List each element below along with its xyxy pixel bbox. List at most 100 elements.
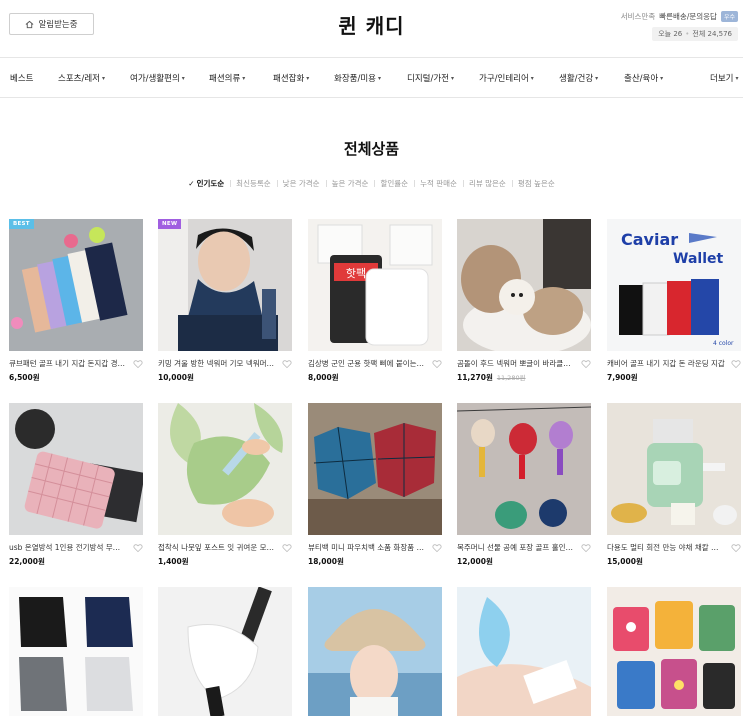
- product-card[interactable]: [9, 587, 143, 716]
- category-item[interactable]: 생활/건강 ▾: [559, 72, 598, 84]
- visitor-counter: 오늘 26 • 전체 24,576: [652, 27, 738, 41]
- product-title[interactable]: 곰돌이 후드 넥워머 뽀글이 바라클라바 모자: [457, 358, 575, 369]
- product-price: 22,000원: [9, 557, 45, 566]
- product-image[interactable]: [9, 587, 143, 716]
- visitors-total: 전체 24,576: [692, 30, 732, 38]
- sort-option[interactable]: 낮은 가격순: [276, 178, 326, 189]
- product-image[interactable]: [308, 587, 442, 716]
- category-label: 디지털/가전: [407, 74, 449, 84]
- product-title[interactable]: 키밍 겨울 방한 넥워머 기모 넥워머 목도리: [158, 358, 276, 369]
- product-title[interactable]: 다용도 멀티 회전 만능 야채 채칼 슬라이서: [607, 542, 725, 553]
- product-card[interactable]: 복주머니 선물 공예 포장 골프 홀인원 기념품 12,000원: [457, 403, 591, 567]
- sort-bar: ✓ 인기도순 최신등록순 낮은 가격순 높은 가격순 할인률순 누적 판매순 리뷰 많은순 평점…: [0, 178, 743, 189]
- heart-icon[interactable]: [731, 359, 741, 369]
- category-item[interactable]: 여가/생활편의 ▾: [130, 72, 185, 84]
- category-item[interactable]: 화장품/미용 ▾: [334, 72, 381, 84]
- sort-label: 리뷰 많은순: [468, 179, 506, 188]
- product-title[interactable]: 뷰티백 미니 파우치백 소품 화장품 파우치: [308, 542, 426, 553]
- product-price: 8,000원: [308, 373, 339, 382]
- product-price: 18,000원: [308, 557, 344, 566]
- notification-label: 알림받는중: [38, 20, 78, 30]
- product-card[interactable]: [607, 587, 741, 716]
- category-item[interactable]: 가구/인테리어 ▾: [479, 72, 534, 84]
- category-item[interactable]: 디지털/가전 ▾: [407, 72, 454, 84]
- chevron-down-icon: ▾: [101, 74, 105, 82]
- page-title: 전체상품: [343, 140, 400, 158]
- category-item[interactable]: 패션잡화 ▾: [273, 72, 309, 84]
- product-image[interactable]: [158, 403, 292, 535]
- best-badge: BEST: [9, 219, 34, 229]
- product-image[interactable]: [308, 403, 442, 535]
- category-label: 가구/인테리어: [479, 74, 529, 84]
- product-card[interactable]: NEW 키밍 겨울 방한 넥워머 기모 넥워머 목도리 10,000원: [158, 219, 292, 383]
- check-icon: ✓: [188, 179, 195, 188]
- chevron-down-icon: ▾: [530, 74, 534, 82]
- product-image[interactable]: Caviar Wallet 4 color: [607, 219, 741, 351]
- product-card[interactable]: BEST 큐브패턴 골프 내기 지갑 돈지갑 경량 골프장 소품 6,500원: [9, 219, 143, 383]
- chevron-down-icon: ▾: [306, 74, 310, 82]
- category-item[interactable]: 패션의류 ▾: [209, 72, 245, 84]
- product-image[interactable]: [158, 587, 292, 716]
- product-image[interactable]: [457, 587, 591, 716]
- product-image[interactable]: 핫팩: [308, 219, 442, 351]
- category-item[interactable]: 더보기 ▾: [710, 72, 738, 84]
- visitors-today: 오늘 26: [658, 30, 683, 38]
- chevron-down-icon: ▾: [735, 74, 739, 82]
- category-label: 베스트: [10, 74, 34, 84]
- product-card[interactable]: Caviar Wallet 4 color 캐비어 골프 내기 지갑 돈 라운딩 …: [607, 219, 741, 383]
- heart-icon[interactable]: [731, 543, 741, 553]
- category-item[interactable]: 베스트: [10, 72, 33, 84]
- heart-icon[interactable]: [133, 543, 143, 553]
- product-title[interactable]: 접착식 나뭇잎 포스트 잇 귀여운 모양 메모지: [158, 542, 276, 553]
- product-card[interactable]: 핫팩 김상병 군인 군용 핫팩 삐에 붙이는 핫팩 8,000원: [308, 219, 442, 383]
- product-title[interactable]: 김상병 군인 군용 핫팩 삐에 붙이는 핫팩: [308, 358, 426, 369]
- sort-option[interactable]: 리뷰 많은순: [462, 178, 512, 189]
- sort-option[interactable]: ✓ 인기도순: [182, 178, 230, 189]
- product-title[interactable]: usb 온열방석 1인용 전기방석 무선 휴대용: [9, 542, 127, 553]
- product-title[interactable]: 큐브패턴 골프 내기 지갑 돈지갑 경량 골프장 소품: [9, 358, 127, 369]
- heart-icon[interactable]: [133, 359, 143, 369]
- heart-icon[interactable]: [581, 359, 591, 369]
- heart-icon[interactable]: [581, 543, 591, 553]
- service-badge: 우수: [720, 11, 738, 22]
- product-image[interactable]: BEST: [9, 219, 143, 351]
- sort-option[interactable]: 평점 높은순: [511, 178, 561, 189]
- heart-icon[interactable]: [432, 359, 442, 369]
- sort-label: 인기도순: [196, 179, 225, 188]
- product-image[interactable]: [9, 403, 143, 535]
- svg-text:Caviar: Caviar: [621, 230, 678, 249]
- category-item[interactable]: 스포츠/레저 ▾: [58, 72, 105, 84]
- category-label: 여가/생활편의: [130, 74, 180, 84]
- product-image[interactable]: [457, 403, 591, 535]
- category-label: 더보기: [710, 74, 734, 84]
- product-card[interactable]: usb 온열방석 1인용 전기방석 무선 휴대용 22,000원: [9, 403, 143, 567]
- notification-button[interactable]: 알림받는중: [9, 13, 94, 35]
- product-image[interactable]: [607, 587, 741, 716]
- category-label: 화장품/미용: [334, 74, 376, 84]
- product-card[interactable]: [308, 587, 442, 716]
- sort-option[interactable]: 누적 판매순: [414, 178, 463, 189]
- sort-option[interactable]: 할인률순: [374, 178, 414, 189]
- product-card[interactable]: 뷰티백 미니 파우치백 소품 화장품 파우치 18,000원: [308, 403, 442, 567]
- heart-icon[interactable]: [432, 543, 442, 553]
- category-nav: 베스트 스포츠/레저 ▾ 여가/생활편의 ▾ 패션의류 ▾ 패션잡화 ▾ 화장품/미용 ▾ 디지털/가…: [0, 58, 743, 98]
- product-title[interactable]: 복주머니 선물 공예 포장 골프 홀인원 기념품: [457, 542, 575, 553]
- product-price: 10,000원: [158, 373, 194, 382]
- product-card[interactable]: 곰돌이 후드 넥워머 뽀글이 바라클라바 모자 11,270원11,280원: [457, 219, 591, 383]
- product-image[interactable]: NEW: [158, 219, 292, 351]
- sort-label: 낮은 가격순: [282, 179, 320, 188]
- product-card[interactable]: 다용도 멀티 회전 만능 야채 채칼 슬라이서 15,000원: [607, 403, 741, 567]
- product-title[interactable]: 캐비어 골프 내기 지갑 돈 라운딩 지갑: [607, 358, 725, 369]
- product-price: 15,000원: [607, 557, 643, 566]
- sort-label: 최신등록순: [236, 179, 271, 188]
- product-image[interactable]: [607, 403, 741, 535]
- sort-option[interactable]: 최신등록순: [230, 178, 277, 189]
- category-item[interactable]: 출산/육아 ▾: [624, 72, 663, 84]
- sort-option[interactable]: 높은 가격순: [325, 178, 375, 189]
- product-image[interactable]: [457, 219, 591, 351]
- product-card[interactable]: [457, 587, 591, 716]
- product-card[interactable]: [158, 587, 292, 716]
- heart-icon[interactable]: [282, 359, 292, 369]
- product-card[interactable]: 접착식 나뭇잎 포스트 잇 귀여운 모양 메모지 1,400원: [158, 403, 292, 567]
- heart-icon[interactable]: [282, 543, 292, 553]
